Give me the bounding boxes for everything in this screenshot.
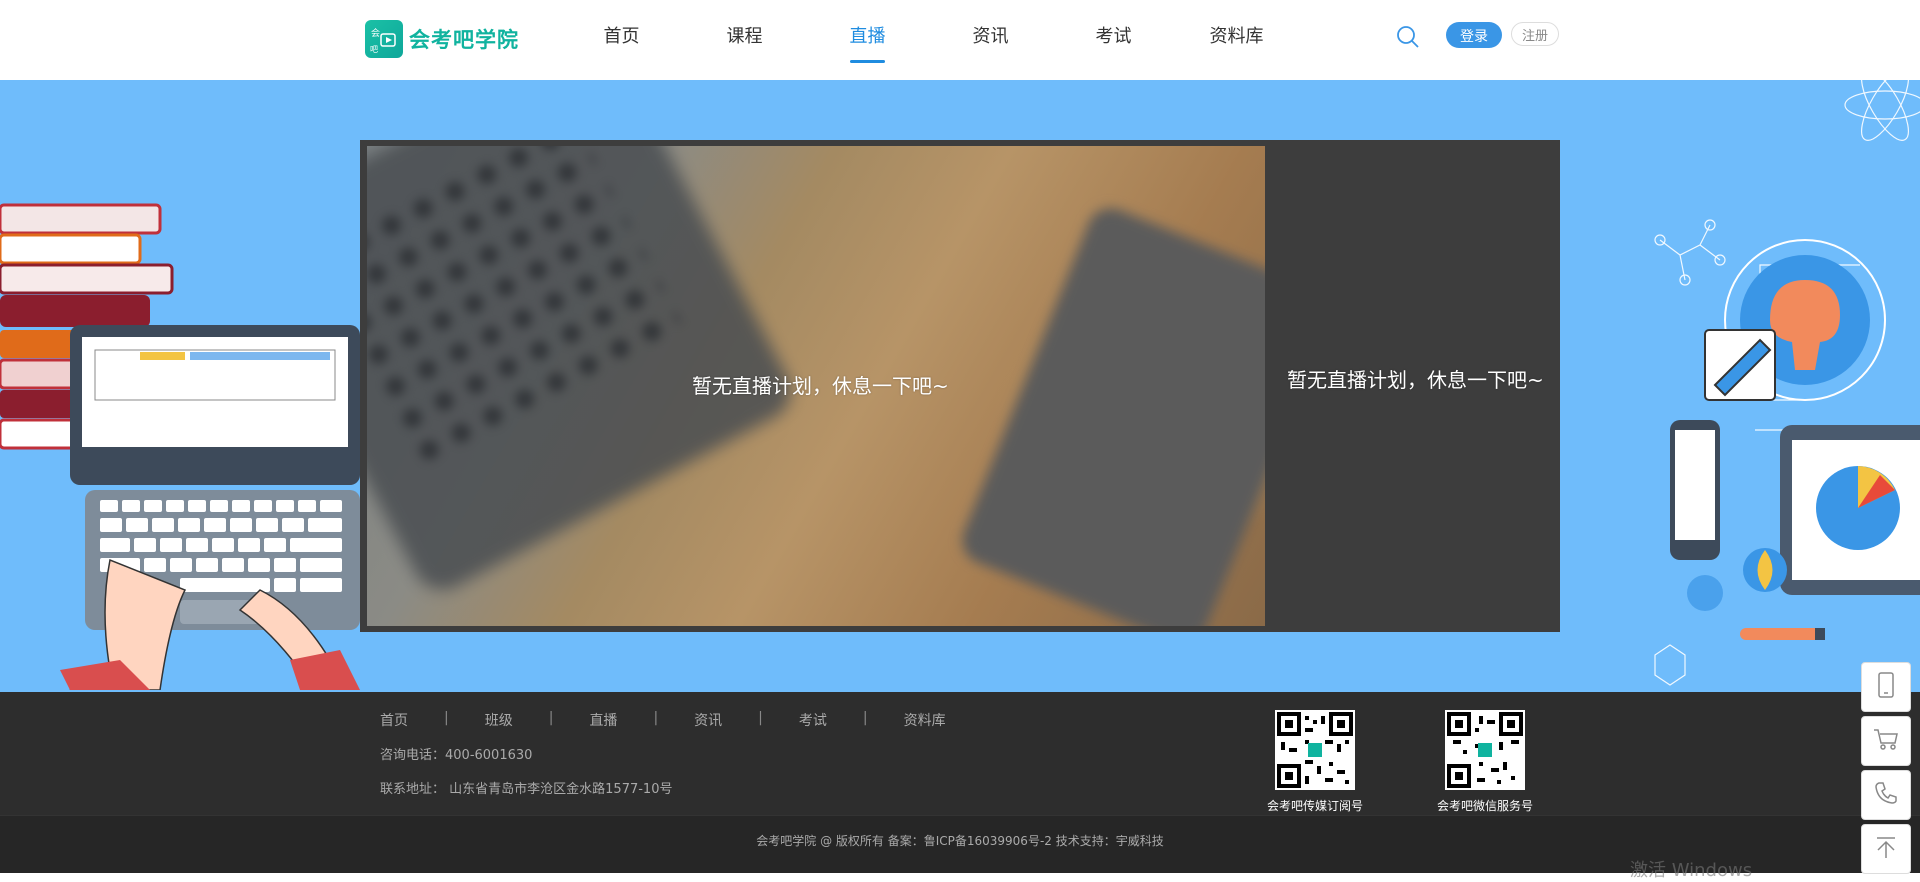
nav-courses[interactable]: 课程 [683,0,806,80]
qr-subscription: 会考吧传媒订阅号 [1255,710,1375,814]
logo-text: 会考吧学院 [409,28,519,52]
live-video-placeholder[interactable]: 暂无直播计划，休息一下吧~ [367,146,1265,626]
no-live-message: 暂无直播计划，休息一下吧~ [692,374,949,398]
search-icon[interactable] [1396,25,1420,49]
nav-news[interactable]: 资讯 [929,0,1052,80]
contact-phone: 咨询电话：400-6001630 [380,748,533,763]
books-laptop-illustration [0,203,360,690]
qr-caption: 会考吧微信服务号 [1436,799,1533,813]
footer-link-live[interactable]: 直播 [589,710,617,730]
contact-address: 联系地址： 山东省青岛市李沧区金水路1577-10号 [380,782,673,797]
site-footer: 首页 | 班级 | 直播 | 资讯 | 考试 | 资料库 咨询电话：400-6001630… [0,692,1920,873]
windows-activation-watermark: 激活 Windows [1630,860,1753,881]
education-illustration [1654,80,1920,686]
side-cart-button[interactable] [1861,716,1911,766]
login-button[interactable]: 登录 [1446,22,1502,48]
copyright-text: 会考吧学院 @ 版权所有 备案：鲁ICP备16039906号-2 技术支持：宇威… [756,834,1164,848]
footer-link-news[interactable]: 资讯 [694,710,722,730]
main-nav: 首页 课程 直播 资讯 考试 资料库 [560,0,1298,80]
nav-library[interactable]: 资料库 [1175,0,1298,80]
logo-icon: 会 吧 [365,20,403,58]
nav-home[interactable]: 首页 [560,0,683,80]
live-player-panel: 暂无直播计划，休息一下吧~ 暂无直播计划，休息一下吧~ [360,140,1560,632]
footer-link-home[interactable]: 首页 [380,710,408,730]
site-logo[interactable]: 会 吧 会考吧学院 [365,19,519,59]
svg-text:会: 会 [371,27,380,39]
side-top-button[interactable] [1861,824,1911,874]
top-header: 会 吧 会考吧学院 首页 课程 直播 资讯 考试 资料库 登录 注册 [0,0,1920,81]
footer-link-library[interactable]: 资料库 [904,710,946,730]
register-button[interactable]: 注册 [1511,22,1559,46]
side-call-button[interactable] [1861,770,1911,820]
side-mobile-button[interactable] [1861,662,1911,712]
qr-service: 会考吧微信服务号 [1425,710,1545,814]
qr-code-icon [1275,710,1355,790]
footer-nav: 首页 | 班级 | 直播 | 资讯 | 考试 | 资料库 [380,710,946,730]
footer-link-exam[interactable]: 考试 [799,710,827,730]
live-banner: 暂无直播计划，休息一下吧~ 暂无直播计划，休息一下吧~ [0,80,1920,692]
svg-text:吧: 吧 [370,45,378,54]
qr-code-icon [1445,710,1525,790]
call-icon [1873,780,1899,810]
footer-link-class[interactable]: 班级 [485,710,513,730]
phone-icon [1874,671,1898,703]
back-to-top-icon [1873,834,1899,864]
no-live-side-message: 暂无直播计划，休息一下吧~ [1287,368,1544,392]
nav-exam[interactable]: 考试 [1052,0,1175,80]
qr-caption: 会考吧传媒订阅号 [1266,799,1363,813]
cart-icon [1872,726,1900,756]
nav-live[interactable]: 直播 [806,0,929,80]
